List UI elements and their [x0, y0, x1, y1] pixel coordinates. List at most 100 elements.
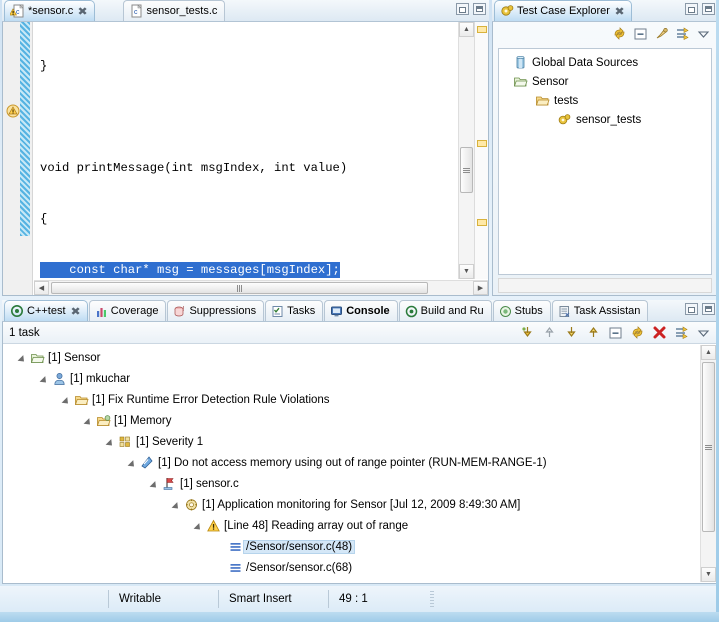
filter-icon[interactable] [674, 325, 689, 340]
expand-twisty-icon[interactable] [62, 394, 74, 406]
previous-unread-icon[interactable] [542, 325, 557, 340]
tab-build-and-run[interactable]: Build and Ru [399, 300, 492, 321]
scroll-down-icon[interactable]: ▼ [459, 264, 474, 279]
scroll-left-icon[interactable]: ◀ [34, 281, 49, 295]
tab-test-case-explorer[interactable]: Test Case Explorer ✖ [494, 0, 632, 21]
tree-row[interactable]: [1] Do not access memory using out of ra… [4, 452, 699, 473]
collapse-all-icon[interactable] [608, 325, 623, 340]
overview-warning-marker[interactable] [477, 219, 487, 226]
tree-item-label: Global Data Sources [532, 57, 638, 69]
tree-row[interactable]: [1] sensor.c [4, 473, 699, 494]
next-task-icon[interactable] [520, 325, 535, 340]
test-case-explorer-view: Test Case Explorer ✖ [492, 0, 718, 296]
expand-twisty-icon[interactable] [128, 457, 140, 469]
expand-twisty-icon[interactable] [84, 415, 96, 427]
view-menu-icon[interactable] [696, 26, 711, 41]
expand-twisty-icon[interactable] [172, 499, 184, 511]
tab-suppressions[interactable]: ! Suppressions [167, 300, 264, 321]
tree-item-tests[interactable]: tests [503, 91, 711, 110]
tab-task-assistant[interactable]: Task Assistan [552, 300, 649, 321]
tree-item-global-data-sources[interactable]: Global Data Sources [503, 53, 711, 72]
tce-window-buttons [685, 3, 715, 15]
scroll-up-icon[interactable]: ▲ [701, 345, 716, 360]
expand-twisty-icon[interactable] [194, 520, 206, 532]
tree-item-sensor[interactable]: Sensor [503, 72, 711, 91]
tree-row[interactable]: /Sensor/sensor.c(48) [4, 536, 699, 557]
tasks-icon [271, 305, 284, 318]
editor-tab-label: *sensor.c [28, 5, 73, 17]
tree-row[interactable]: [1] Fix Runtime Error Detection Rule Vio… [4, 389, 699, 410]
test-case-tree[interactable]: Global Data Sources Sensor [498, 48, 712, 275]
overview-warning-marker[interactable] [477, 140, 487, 147]
refresh-icon[interactable] [630, 325, 645, 340]
close-icon[interactable]: ✖ [78, 5, 88, 18]
close-icon[interactable]: ✖ [614, 5, 624, 18]
code-line-selected: const char* msg = messages[msgIndex]; [34, 262, 458, 279]
view-title: Test Case Explorer [517, 5, 610, 17]
close-icon[interactable]: ✖ [70, 305, 80, 318]
scroll-right-icon[interactable]: ▶ [473, 281, 488, 295]
expand-twisty-icon[interactable] [18, 352, 30, 364]
tree-row[interactable]: [1] Severity 1 [4, 431, 699, 452]
task-tree-vertical-scrollbar[interactable]: ▲ ▼ [700, 345, 716, 582]
tree-row[interactable]: [1] Memory [4, 410, 699, 431]
tab-coverage[interactable]: Coverage [89, 300, 167, 321]
previous-up-icon[interactable] [586, 325, 601, 340]
tree-row-label: [1] Application monitoring for Sensor [J… [199, 498, 523, 512]
link-with-editor-icon[interactable] [654, 26, 669, 41]
scrollbar-thumb[interactable] [460, 147, 473, 193]
tree-row[interactable]: /Sensor/sensor.c(83) [4, 578, 699, 582]
editor-horizontal-scrollbar[interactable]: ◀ ▶ [34, 280, 488, 295]
collapse-all-icon[interactable] [633, 26, 648, 41]
next-down-icon[interactable] [564, 325, 579, 340]
minimize-icon[interactable] [685, 3, 698, 15]
tree-row[interactable]: [1] Sensor [4, 347, 699, 368]
minimize-icon[interactable] [456, 3, 469, 15]
expand-twisty-icon[interactable] [106, 436, 118, 448]
warning-icon[interactable] [6, 104, 20, 118]
tab-label: Tasks [287, 305, 315, 317]
editor-tab-strip: c *sensor.c ✖ c sensor_t [2, 0, 489, 22]
scrollbar-thumb[interactable] [51, 282, 428, 294]
tree-row[interactable]: [1] Application monitoring for Sensor [J… [4, 494, 699, 515]
tree-item-sensor-tests[interactable]: sensor_tests [503, 110, 711, 129]
test-case-explorer-toolbar [493, 22, 717, 44]
expand-twisty-icon[interactable] [150, 478, 162, 490]
filter-icon[interactable] [675, 26, 690, 41]
project-folder-icon [513, 74, 528, 89]
overview-warning-marker[interactable] [477, 26, 487, 33]
delete-icon[interactable] [652, 325, 667, 340]
editor-tab-sensor-c[interactable]: c *sensor.c ✖ [4, 0, 95, 21]
tab-stubs[interactable]: Stubs [493, 300, 551, 321]
minimize-icon[interactable] [685, 303, 698, 315]
code-text[interactable]: } void printMessage(int msgIndex, int va… [34, 22, 458, 279]
tree-row-label: [1] Fix Runtime Error Detection Rule Vio… [89, 393, 333, 407]
refresh-icon[interactable] [612, 26, 627, 41]
maximize-icon[interactable] [702, 303, 715, 315]
build-icon [405, 305, 418, 318]
tree-row-label: [1] Sensor [45, 351, 103, 365]
status-cursor-position: 49 : 1 [328, 590, 408, 608]
tree-row[interactable]: [1] mkuchar [4, 368, 699, 389]
tab-console[interactable]: Console [324, 300, 397, 321]
test-case-explorer-horizontal-scrollbar[interactable] [498, 278, 712, 293]
editor-tab-sensor-tests-c[interactable]: c sensor_tests.c [123, 0, 225, 21]
tab-cpptest[interactable]: C++test ✖ [4, 300, 88, 321]
scroll-down-icon[interactable]: ▼ [701, 567, 716, 582]
tree-row-label: [Line 48] Reading array out of range [221, 519, 411, 533]
overview-ruler[interactable] [474, 22, 488, 279]
tree-row[interactable]: /Sensor/sensor.c(68) [4, 557, 699, 578]
maximize-icon[interactable] [702, 3, 715, 15]
maximize-icon[interactable] [473, 3, 486, 15]
bottom-view-toolbar [520, 325, 711, 340]
coverage-icon [95, 305, 108, 318]
scrollbar-thumb[interactable] [702, 362, 715, 532]
editor-gutter[interactable] [3, 22, 33, 295]
task-tree[interactable]: [1] Sensor [1] mkuchar [4, 345, 699, 582]
editor-vertical-scrollbar[interactable]: ▲ ▼ [458, 22, 474, 279]
tree-row[interactable]: [Line 48] Reading array out of range [4, 515, 699, 536]
expand-twisty-icon[interactable] [40, 373, 52, 385]
view-menu-icon[interactable] [696, 325, 711, 340]
tab-tasks[interactable]: Tasks [265, 300, 323, 321]
scroll-up-icon[interactable]: ▲ [459, 22, 474, 37]
